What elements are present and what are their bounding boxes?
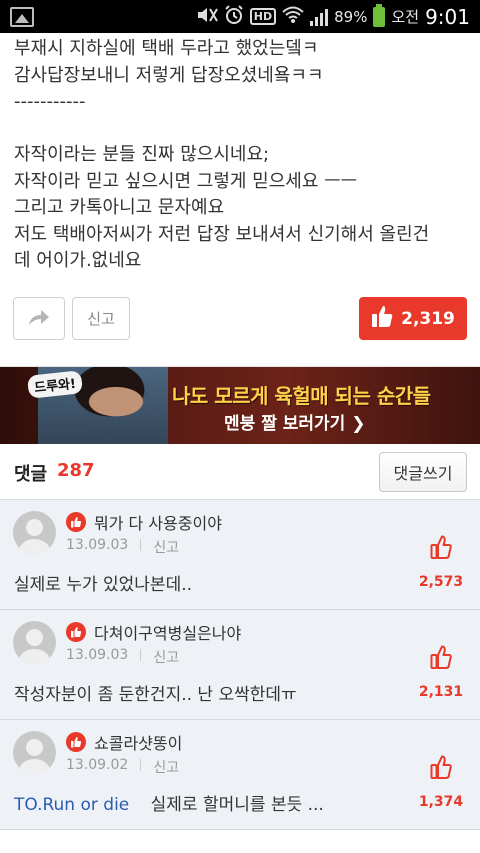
comments-count: 287 [57,460,95,481]
comments-label: 댓글 [14,464,48,485]
thumbs-up-icon [430,754,452,784]
alarm-icon [224,5,244,28]
comment-like-button[interactable]: 1,374 [416,754,466,810]
mute-icon [196,6,218,27]
comment-like-count: 2,131 [418,684,464,700]
best-badge-icon [66,732,86,752]
comment-mention-link[interactable]: TO.Run or die [14,795,129,815]
thumbs-up-icon [430,644,452,674]
comments-header: 댓글 287 댓글쓰기 [0,444,480,500]
best-badge-icon [66,622,86,642]
like-button[interactable]: 2,319 [359,297,467,340]
comment-nickname[interactable]: 다쳐이구역병실은나야 [94,620,241,644]
comment-text: 작성자분이 좀 둔한건지.. 난 오싹한데ㅠ [14,680,297,705]
signal-icon [310,8,329,26]
comment-body: 작성자분이 좀 둔한건지.. 난 오싹한데ㅠ [14,685,297,705]
comment-nickname[interactable]: 뭐가 다 사용중이야 [94,510,222,534]
avatar-icon[interactable] [13,511,56,554]
post-line: 자작이라는 분들 진짜 많으시네요; [14,144,270,165]
ad-banner[interactable]: 드루와! 나도 모르게 육헐매 되는 순간들 멘붕 짤 보러가기 ❯ [0,367,480,444]
comment-like-count: 2,573 [418,574,464,590]
hd-voice-icon: HD [249,8,277,25]
post-line: 그리고 카톡아니고 문자예요 [14,197,225,218]
thumbs-up-icon [371,304,393,333]
wifi-icon [282,6,304,27]
time-ampm: 오전 [391,8,420,26]
post-line [14,116,464,143]
comment-report-link[interactable]: 신고 [153,647,179,667]
post-line: 자작이라 믿고 싶으시면 그렇게 믿으세요 ㅡㅡ [14,170,358,192]
post-actions: 신고 2,319 [13,297,467,341]
comment-like-button[interactable]: 2,131 [416,644,466,700]
thumbs-up-icon [430,534,452,564]
meta-separator [140,649,142,661]
banner-headline: 나도 모르게 육헐매 되는 순간들 [172,384,431,408]
meta-separator [140,539,142,551]
clock-time: 9:01 [425,4,470,29]
share-button[interactable] [13,297,65,340]
comment-text: 실제로 누가 있었나본데.. [14,570,192,595]
comment-meta: 13.09.03 신고 [66,537,179,557]
comment-item: 뭐가 다 사용중이야 13.09.03 신고 실제로 누가 있었나본데.. 2,… [0,500,480,610]
comment-item: 쇼콜라샷똥이 13.09.02 신고 TO.Run or die 실제로 할머니… [0,720,480,830]
comment-meta: 13.09.02 신고 [66,757,179,777]
post-line: 데 어이가.없네요 [14,250,142,271]
status-bar: HD 89% 오전 9:01 [0,0,480,33]
post-body: 부재시 지하실에 택배 두라고 했었는뎈ㅋ 감사답장보내니 저렇게 답장오셨네욬… [14,36,464,275]
post-line: 부재시 지하실에 택배 두라고 했었는뎈ㅋ [14,38,319,59]
comment-body: 실제로 누가 있었나본데.. [14,575,193,595]
comment-date: 13.09.03 [66,537,129,553]
battery-percent: 89% [334,7,368,26]
comment-like-count: 1,374 [418,794,464,810]
comment-date: 13.09.03 [66,647,129,663]
comment-list: 뭐가 다 사용중이야 13.09.03 신고 실제로 누가 있었나본데.. 2,… [0,500,480,830]
share-icon [27,308,51,330]
report-button[interactable]: 신고 [72,297,130,340]
post-line: 저도 택배아저씨가 저런 답장 보내셔서 신기해서 올린건 [14,223,430,245]
comment-text: TO.Run or die 실제로 할머니를 본듯 ... [14,790,324,815]
comment-meta: 13.09.03 신고 [66,647,179,667]
comment-body: 실제로 할머니를 본듯 ... [150,795,324,815]
comment-report-link[interactable]: 신고 [153,537,179,557]
comment-nickname[interactable]: 쇼콜라샷똥이 [94,730,182,754]
post-line: ----------- [14,91,86,112]
write-comment-button[interactable]: 댓글쓰기 [379,452,467,492]
meta-separator [140,759,142,771]
comment-like-button[interactable]: 2,573 [416,534,466,590]
picture-icon [10,6,34,27]
comment-date: 13.09.02 [66,757,129,773]
banner-cta: 멘붕 짤 보러가기 ❯ [224,414,366,434]
comment-report-link[interactable]: 신고 [153,757,179,777]
best-badge-icon [66,512,86,532]
comment-item: 다쳐이구역병실은나야 13.09.03 신고 작성자분이 좀 둔한건지.. 난 … [0,610,480,720]
post-line: 감사답장보내니 저렇게 답장오셨네욬ㅋㅋ [14,64,324,86]
avatar-icon[interactable] [13,731,56,774]
avatar-icon[interactable] [13,621,56,664]
like-count: 2,319 [401,308,455,329]
battery-icon [373,3,386,27]
